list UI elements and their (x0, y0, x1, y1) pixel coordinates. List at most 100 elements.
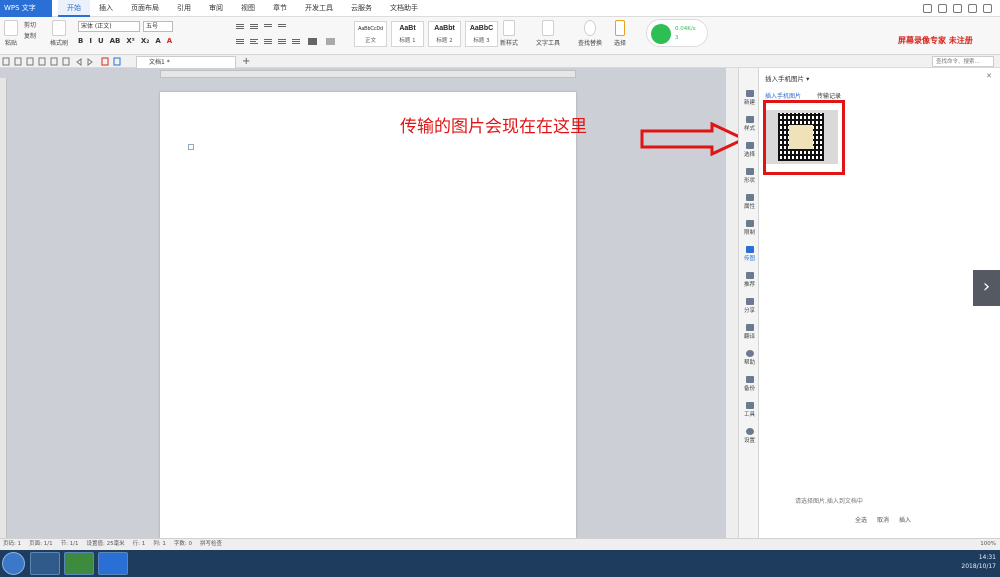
side-tool-settings[interactable]: 设置 (739, 428, 760, 444)
system-clock[interactable]: 14:31 2018/10/17 (961, 553, 996, 574)
bold-button[interactable]: B (78, 37, 83, 45)
next-arrow-button[interactable]: › (973, 270, 1000, 306)
status-pages: 页面: 1/1 (29, 541, 53, 547)
select-all-button[interactable]: 全选 (855, 515, 867, 524)
side-tool-select[interactable]: 选择 (739, 142, 760, 158)
side-tool-backup[interactable]: 备份 (739, 376, 760, 392)
horizontal-ruler[interactable] (160, 70, 576, 78)
tab-review[interactable]: 审阅 (200, 0, 232, 17)
underline-button[interactable]: U (98, 37, 104, 45)
side-tool-style[interactable]: 样式 (739, 116, 760, 132)
skin-icon[interactable] (923, 4, 932, 13)
app-logo[interactable]: WPS 文字 (0, 0, 52, 17)
side-tool-transfer-image[interactable]: 传图 (739, 246, 760, 262)
tab-home[interactable]: 开始 (58, 0, 90, 17)
tab-view[interactable]: 视图 (232, 0, 264, 17)
side-tool-restrict[interactable]: 限制 (739, 220, 760, 236)
network-speed-widget[interactable]: 0.04K/s 3 (646, 19, 708, 47)
pointer-icon (615, 20, 625, 36)
select-button[interactable]: 选择 (614, 20, 626, 47)
side-tool-new[interactable]: 新建 (739, 90, 760, 106)
side-tool-share[interactable]: 分享 (739, 298, 760, 314)
network-count: 3 (675, 35, 679, 41)
recorder-watermark: 屏幕录像专家 未注册 (898, 36, 973, 45)
window-controls (923, 0, 1000, 17)
find-replace-button[interactable]: 查找替换 (578, 20, 602, 47)
minimize-icon[interactable] (953, 4, 962, 13)
status-section: 节: 1/1 (60, 541, 79, 547)
help-icon[interactable] (938, 4, 947, 13)
side-tool-shape[interactable]: 形状 (739, 168, 760, 184)
shape-icon (745, 168, 754, 175)
font-size-select[interactable]: 五号 (143, 21, 173, 32)
insert-button[interactable]: 插入 (899, 515, 911, 524)
paste-group: 粘贴 (4, 20, 18, 47)
style-normal[interactable]: AaBbCcDd 正文 (354, 21, 387, 47)
paste-button[interactable]: 粘贴 (4, 20, 18, 47)
side-tool-recommend[interactable]: 推荐 (739, 272, 760, 288)
share-icon (745, 298, 754, 305)
tab-page-layout[interactable]: 页面布局 (122, 0, 168, 17)
style-heading-2[interactable]: AaBbt 标题 2 (428, 21, 461, 47)
brush-icon (52, 20, 66, 36)
clock-time: 14:31 (978, 554, 996, 561)
style-heading-3[interactable]: AaBbC 标题 3 (465, 21, 498, 47)
tab-references[interactable]: 引用 (168, 0, 200, 17)
wifi-icon (651, 24, 671, 44)
font-color-button[interactable]: A (167, 37, 172, 45)
side-tool-properties[interactable]: 属性 (739, 194, 760, 210)
vertical-ruler[interactable] (0, 78, 7, 538)
tab-cloud[interactable]: 云服务 (342, 0, 381, 17)
format-painter-button[interactable]: 格式刷 (50, 20, 68, 47)
file-explorer-icon[interactable] (30, 552, 60, 575)
tab-doc-assistant[interactable]: 文档助手 (381, 0, 427, 17)
tab-insert[interactable]: 插入 (90, 0, 122, 17)
tab-section[interactable]: 章节 (264, 0, 296, 17)
side-tool-help[interactable]: 帮助 (739, 350, 760, 366)
new-icon (745, 90, 754, 97)
magnifier-icon (584, 20, 596, 36)
add-tab-button[interactable]: + (242, 55, 250, 68)
backup-icon (745, 376, 754, 383)
title-bar: WPS 文字 开始 插入 页面布局 引用 审阅 视图 章节 开发工具 云服务 文… (0, 0, 1000, 17)
styles-gallery: AaBbCcDd 正文 AaBt 标题 1 AaBbt 标题 2 AaBbC 标… (354, 21, 498, 47)
cut-button[interactable]: 剪切 (24, 20, 36, 31)
status-spell-check[interactable]: 拼写检查 (200, 539, 222, 550)
cancel-button[interactable]: 取消 (877, 515, 889, 524)
new-style-button[interactable]: 新样式 (500, 20, 518, 47)
status-setting: 设置值: 25毫米 (86, 541, 125, 547)
paste-options-icon[interactable] (188, 144, 194, 150)
side-tool-translate[interactable]: 翻译 (739, 324, 760, 340)
clock-date: 2018/10/17 (961, 563, 996, 570)
tab-developer[interactable]: 开发工具 (296, 0, 342, 17)
zoom-level[interactable]: 100% (980, 539, 996, 550)
maximize-icon[interactable] (968, 4, 977, 13)
text-effect-button[interactable]: A (155, 37, 160, 45)
wechat-icon[interactable] (64, 552, 94, 575)
gear-icon (745, 428, 754, 435)
strikethrough-button[interactable]: AB (110, 37, 121, 45)
panel-close-icon[interactable]: ✕ (986, 72, 992, 80)
font-family-select[interactable]: 宋体 (正文) (78, 21, 140, 32)
copy-button[interactable]: 复制 (24, 31, 36, 42)
superscript-button[interactable]: X² (126, 37, 134, 45)
quick-access-icons[interactable] (2, 57, 132, 66)
side-toolbar: 新建 样式 选择 形状 属性 限制 传图 推荐 分享 翻译 帮助 备份 工具 设… (738, 68, 759, 538)
text-tools-button[interactable]: 文字工具 (536, 20, 560, 47)
close-icon[interactable] (983, 4, 992, 13)
help-circle-icon (745, 350, 754, 357)
ribbon: 粘贴 剪切 复制 格式刷 宋体 (正文) 五号 B I U AB X² X₂ A… (0, 17, 1000, 55)
wps-writer-icon[interactable] (98, 552, 128, 575)
status-bar: 页码: 1 页面: 1/1 节: 1/1 设置值: 25毫米 行: 1 列: 1… (0, 538, 1000, 550)
command-search-input[interactable]: 查找命令、搜索... (932, 56, 994, 67)
paragraph-tools-icon[interactable] (236, 22, 346, 50)
document-page[interactable] (160, 92, 576, 538)
status-word-count[interactable]: 字数: 0 (174, 539, 192, 550)
start-button[interactable] (2, 552, 25, 575)
document-tab[interactable]: 文档1 * (136, 56, 236, 68)
panel-title[interactable]: 插入手机图片 ▾ (765, 73, 809, 83)
style-heading-1[interactable]: AaBt 标题 1 (391, 21, 424, 47)
subscript-button[interactable]: X₂ (141, 37, 149, 45)
side-tool-tools[interactable]: 工具 (739, 402, 760, 418)
italic-button[interactable]: I (89, 37, 92, 45)
